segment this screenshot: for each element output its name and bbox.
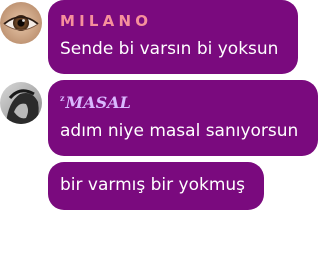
message-text: bir varmış bir yokmuş	[60, 175, 246, 195]
eye-avatar-icon[interactable]	[0, 2, 42, 44]
sender-prefix: z	[60, 93, 65, 103]
profile-avatar-icon[interactable]	[0, 82, 42, 124]
message-bubble[interactable]: zMASAL adım niye masal sanıyorsun	[48, 80, 318, 156]
message-bubble[interactable]: bir varmış bir yokmuş	[48, 162, 264, 210]
message-bubble[interactable]: MILANO Sende bi varsın bi yoksun	[48, 0, 298, 74]
message-text: Sende bi varsın bi yoksun	[60, 39, 279, 59]
sender-name[interactable]: MILANO	[60, 12, 152, 30]
message-text: adım niye masal sanıyorsun	[60, 121, 299, 141]
chat-thread: MILANO Sende bi varsın bi yoksun zMASAL …	[0, 0, 320, 261]
sender-name[interactable]: zMASAL	[60, 93, 131, 112]
sender-name-text: MASAL	[65, 93, 131, 112]
